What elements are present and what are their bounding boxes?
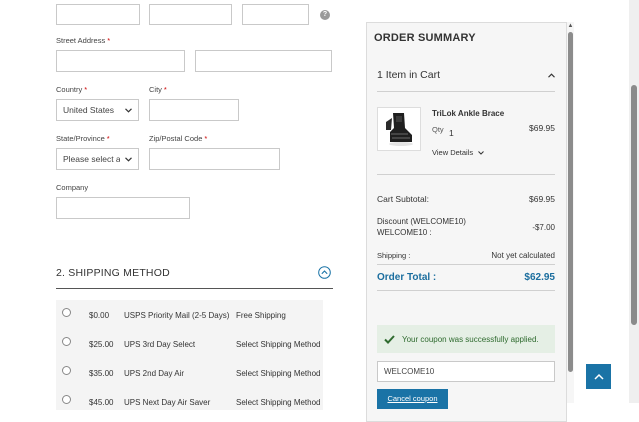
shipping-price: $0.00 [89, 311, 110, 320]
shipping-radio[interactable] [62, 308, 71, 317]
discount-value: -$7.00 [532, 223, 555, 232]
items-in-cart-label: 1 Item in Cart [377, 69, 441, 81]
shipping-method-name: UPS 3rd Day Select [124, 340, 196, 349]
cancel-coupon-button[interactable]: Cancel coupon [377, 389, 448, 409]
last-name-field[interactable] [242, 4, 309, 25]
product-divider [377, 174, 555, 175]
shipping-carrier: Select Shipping Method [236, 369, 321, 378]
collapse-toggle-button[interactable] [318, 266, 331, 279]
zip-field[interactable] [149, 148, 280, 170]
qty-label: Qty [432, 125, 444, 134]
chevron-up-icon [593, 373, 604, 380]
summary-scrollbar[interactable]: ▲ [567, 22, 574, 403]
coupon-code-input[interactable] [377, 361, 555, 382]
shipping-carrier: Free Shipping [236, 311, 286, 320]
total-divider [377, 264, 555, 265]
view-details-label: View Details [432, 148, 474, 157]
company-field[interactable] [56, 197, 190, 219]
chevron-up-circle-icon [318, 266, 331, 279]
product-thumbnail [377, 107, 421, 151]
cart-divider [377, 91, 555, 92]
country-label: Country * [56, 85, 87, 94]
page-scrollbar[interactable] [629, 0, 639, 403]
shipping-option-row[interactable]: $25.00 UPS 3rd Day Select Select Shippin… [56, 329, 323, 358]
cancel-coupon-label: Cancel coupon [387, 394, 438, 403]
chevron-down-icon [478, 151, 485, 155]
back-to-top-button[interactable] [586, 364, 611, 389]
subtotal-label: Cart Subtotal: [377, 194, 429, 204]
qty-value: 1 [449, 128, 454, 138]
required-mark: * [84, 85, 88, 94]
required-mark: * [163, 85, 167, 94]
state-placeholder: Please select a region, state or provinc… [63, 154, 120, 164]
product-price: $69.95 [529, 123, 555, 133]
ankle-brace-image-icon [386, 113, 413, 146]
checkmark-icon [384, 334, 395, 344]
required-mark: * [106, 134, 110, 143]
zip-label: Zip/Postal Code * [149, 134, 207, 143]
state-label-text: State/Province [56, 134, 105, 143]
shipping-price: $25.00 [89, 340, 114, 349]
shipping-radio[interactable] [62, 337, 71, 346]
shipping-label: Shipping : [377, 251, 411, 260]
street-address-label-text: Street Address [56, 36, 106, 45]
street-address-line1[interactable] [56, 50, 185, 72]
help-icon[interactable]: ? [320, 10, 330, 20]
product-name[interactable]: TriLok Ankle Brace [432, 109, 504, 118]
shipping-value: Not yet calculated [491, 251, 555, 260]
shipping-carrier: Select Shipping Method [236, 340, 321, 349]
city-label-text: City [149, 85, 162, 94]
shipping-method-title: 2. SHIPPING METHOD [56, 267, 170, 279]
total-bottom-divider [377, 290, 555, 291]
chevron-down-icon [120, 107, 132, 113]
section-divider [56, 288, 333, 289]
order-total-label: Order Total : [377, 272, 437, 283]
coupon-success-message: Your coupon was successfully applied. [377, 325, 555, 353]
shipping-radio[interactable] [62, 366, 71, 375]
page-scrollbar-thumb[interactable] [631, 85, 637, 325]
country-select[interactable]: United States [56, 99, 139, 121]
city-label: City * [149, 85, 167, 94]
state-select[interactable]: Please select a region, state or provinc… [56, 148, 139, 170]
company-label: Company [56, 183, 89, 192]
country-label-text: Country [56, 85, 83, 94]
summary-scrollbar-thumb[interactable] [568, 32, 573, 372]
scroll-up-arrow-icon[interactable]: ▲ [567, 22, 574, 30]
chevron-down-icon [120, 156, 132, 162]
shipping-options-table: $0.00 USPS Priority Mail (2-5 Days) Free… [56, 300, 323, 410]
shipping-method-name: USPS Priority Mail (2-5 Days) [124, 311, 230, 320]
country-value: United States [63, 105, 115, 115]
street-address-line2[interactable] [195, 50, 332, 72]
shipping-option-row[interactable]: $0.00 USPS Priority Mail (2-5 Days) Free… [56, 300, 323, 329]
first-name-field[interactable] [56, 4, 140, 25]
order-total-value: $62.95 [524, 272, 555, 283]
items-in-cart-toggle[interactable]: 1 Item in Cart [377, 68, 555, 84]
city-field[interactable] [149, 99, 239, 121]
required-mark: * [107, 36, 111, 45]
shipping-method-name: UPS 2nd Day Air [124, 369, 185, 378]
shipping-price: $35.00 [89, 369, 114, 378]
middle-name-field[interactable] [149, 4, 232, 25]
coupon-success-text: Your coupon was successfully applied. [402, 334, 539, 344]
chevron-up-icon [548, 73, 555, 78]
discount-label-line1: Discount (WELCOME10) [377, 217, 466, 226]
shipping-option-row[interactable]: $35.00 UPS 2nd Day Air Select Shipping M… [56, 358, 323, 387]
state-label: State/Province * [56, 134, 110, 143]
shipping-option-row[interactable]: $45.00 UPS Next Day Air Saver Select Shi… [56, 387, 323, 416]
street-address-label: Street Address * [56, 36, 110, 45]
discount-label-line2: WELCOME10 : [377, 228, 432, 237]
view-details-toggle[interactable]: View Details [432, 148, 485, 157]
zip-label-text: Zip/Postal Code [149, 134, 203, 143]
order-summary-title: ORDER SUMMARY [374, 32, 476, 44]
required-mark: * [204, 134, 208, 143]
subtotal-value: $69.95 [529, 194, 555, 204]
